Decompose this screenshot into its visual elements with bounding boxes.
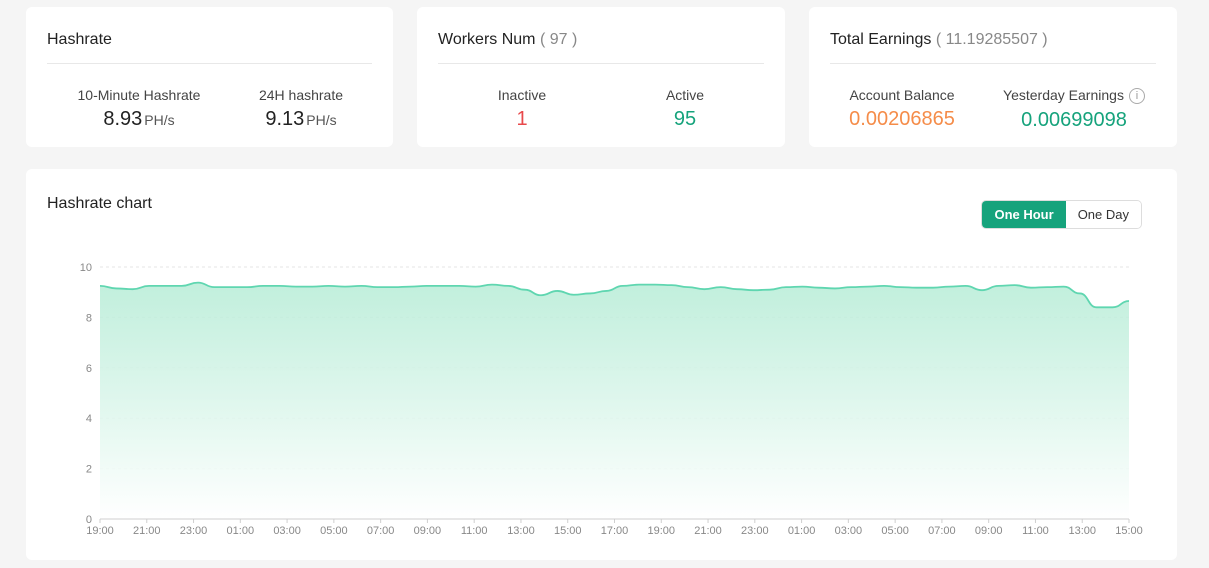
y-tick-label: 6	[86, 363, 92, 375]
active-stat: Active 95	[600, 87, 770, 131]
x-tick-label: 23:00	[180, 525, 208, 537]
y-tick-label: 2	[86, 464, 92, 476]
hashrate-card: Hashrate 10-Minute Hashrate 8.93 PH/s 24H…	[26, 7, 393, 147]
x-tick-label: 05:00	[320, 525, 348, 537]
x-tick-label: 11:00	[1022, 525, 1049, 537]
x-tick-label: 07:00	[928, 525, 956, 537]
account-balance-label: Account Balance	[849, 87, 955, 103]
hashrate-title: Hashrate	[47, 31, 112, 48]
x-tick-label: 01:00	[788, 525, 816, 537]
ten-minute-hashrate-unit: PH/s	[144, 112, 175, 128]
x-tick-label: 03:00	[835, 525, 863, 537]
ten-minute-hashrate-label: 10-Minute Hashrate	[77, 87, 201, 103]
y-tick-label: 8	[86, 312, 92, 324]
day-hashrate-value: 9.13 PH/s	[216, 108, 386, 131]
ten-minute-hashrate-value: 8.93 PH/s	[54, 108, 224, 131]
x-tick-label: 09:00	[975, 525, 1003, 537]
ten-minute-hashrate-stat: 10-Minute Hashrate 8.93 PH/s	[54, 87, 224, 131]
inactive-stat: Inactive 1	[437, 87, 607, 131]
divider	[438, 63, 764, 64]
x-tick-label: 21:00	[133, 525, 161, 537]
account-balance-stat: Account Balance 0.00206865	[817, 87, 987, 131]
workers-title-label: Workers Num	[438, 31, 536, 48]
x-tick-label: 15:00	[554, 525, 582, 537]
account-balance-value: 0.00206865	[849, 108, 955, 130]
x-tick-label: 03:00	[273, 525, 301, 537]
x-tick-label: 07:00	[367, 525, 395, 537]
yesterday-earnings-text: Yesterday Earnings	[1003, 87, 1124, 103]
x-tick-label: 17:00	[601, 525, 629, 537]
active-label: Active	[665, 87, 705, 103]
day-hashrate-unit: PH/s	[306, 112, 337, 128]
earnings-card: Total Earnings ( 11.19285507 ) Account B…	[809, 7, 1177, 147]
yesterday-earnings-label: Yesterday Earnings i	[979, 87, 1169, 104]
workers-card: Workers Num ( 97 ) Inactive 1 Active 95	[417, 7, 785, 147]
info-icon[interactable]: i	[1128, 88, 1145, 104]
earnings-title-label: Total Earnings	[830, 31, 932, 48]
x-tick-label: 05:00	[881, 525, 909, 537]
chart-area-layer	[99, 281, 1130, 519]
day-hashrate-label: 24H hashrate	[258, 87, 344, 103]
hashrate-chart[interactable]: 024681019:00 21:00 23:00 01:00 03:00 05:00 07:…	[26, 169, 1177, 560]
day-hashrate-stat: 24H hashrate 9.13 PH/s	[216, 87, 386, 131]
workers-title: Workers Num ( 97 )	[438, 31, 577, 49]
earnings-total: ( 11.19285507 )	[935, 31, 1048, 48]
active-value[interactable]: 95	[600, 108, 770, 131]
x-tick-label: 13:00	[507, 525, 535, 537]
divider	[830, 63, 1156, 64]
x-tick-label: 09:00	[414, 525, 442, 537]
x-tick-label: 11:00	[461, 525, 488, 537]
x-tick-label: 01:00	[227, 525, 255, 537]
divider	[47, 63, 372, 64]
yesterday-earnings-stat: Yesterday Earnings i 0.00699098	[979, 87, 1169, 132]
day-hashrate-number: 9.13	[265, 108, 305, 130]
y-tick-label: 4	[86, 413, 92, 425]
workers-count: ( 97 )	[539, 31, 578, 48]
inactive-value[interactable]: 1	[437, 108, 607, 131]
y-tick-label: 10	[80, 262, 92, 274]
ten-minute-hashrate-number: 8.93	[103, 108, 143, 130]
x-tick-label: 21:00	[694, 525, 722, 537]
x-tick-label: 19:00	[86, 525, 114, 537]
yesterday-earnings-value: 0.00699098	[1021, 109, 1127, 131]
inactive-label: Inactive	[497, 87, 547, 103]
hashrate-area-fill	[100, 282, 1129, 519]
earnings-title: Total Earnings ( 11.19285507 )	[830, 31, 1048, 49]
chart-card: Hashrate chart One Hour One Day 0 2 4 6 8 10 1…	[26, 169, 1177, 560]
x-tick-label: 19:00	[648, 525, 676, 537]
x-tick-label: 23:00	[741, 525, 769, 537]
x-tick-label: 15:00	[1115, 525, 1143, 537]
x-tick-label: 13:00	[1068, 525, 1096, 537]
